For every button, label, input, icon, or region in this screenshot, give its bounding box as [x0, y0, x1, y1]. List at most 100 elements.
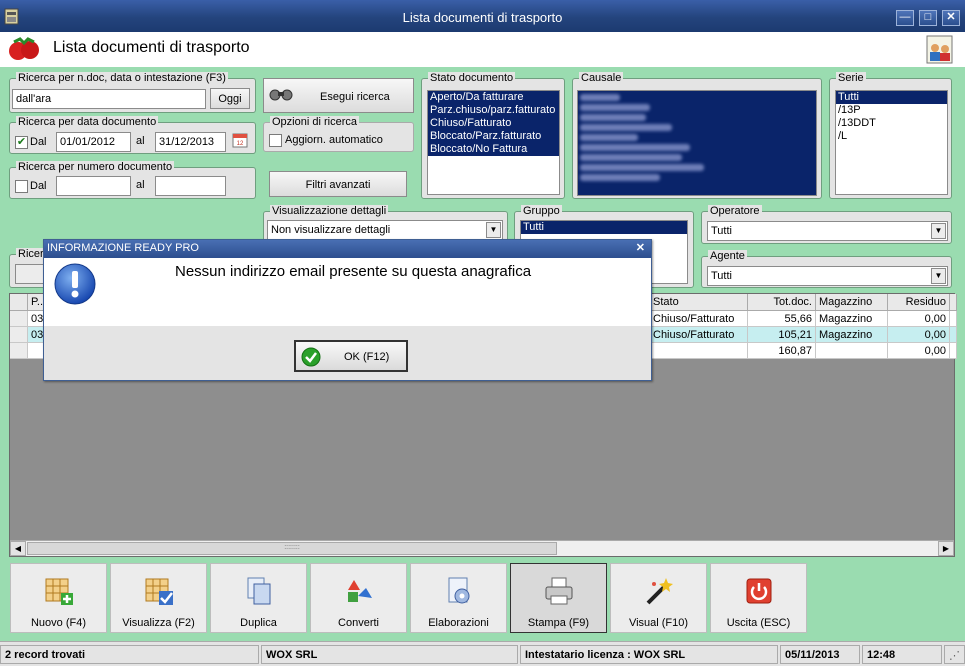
gruppo-item[interactable]: Tutti	[521, 221, 687, 234]
page-header: Lista documenti di trasporto	[0, 32, 965, 67]
date-to-field[interactable]: 31/12/2013	[155, 132, 226, 152]
table-cell[interactable]: Magazzino	[816, 311, 888, 327]
dialog-close-icon[interactable]: ✕	[636, 241, 645, 254]
agente-select[interactable]: Tutti ▼	[707, 266, 948, 286]
stato-list[interactable]: Aperto/Da fatturare Parz.chiuso/parz.fat…	[427, 90, 560, 195]
uscita-button[interactable]: Uscita (ESC)	[710, 563, 807, 633]
dialog-title: INFORMAZIONE READY PRO ✕	[44, 240, 651, 258]
convert-icon	[348, 580, 372, 602]
date-dal-checkbox[interactable]: ✔	[15, 136, 28, 149]
options-group: Opzioni di ricerca Aggiorn. automatico	[263, 116, 414, 152]
table-cell[interactable]: 0,00	[888, 311, 950, 327]
close-window-button[interactable]: ✕	[942, 10, 960, 26]
column-header-residuo[interactable]: Residuo	[888, 294, 950, 311]
causale-list[interactable]	[577, 90, 817, 196]
number-search-group: Ricerca per numero documento Dal al	[9, 161, 256, 199]
visual-button[interactable]: Visual (F10)	[610, 563, 707, 633]
status-company: WOX SRL	[261, 645, 518, 664]
table-cell[interactable]: Magazzino	[816, 327, 888, 343]
agente-group: Agente Tutti ▼	[701, 250, 952, 288]
serie-item[interactable]: Tutti	[836, 91, 947, 104]
stato-item[interactable]: Chiuso/Fatturato	[428, 117, 559, 130]
power-icon	[746, 578, 772, 604]
number-to-field[interactable]	[155, 176, 226, 196]
scroll-left-icon[interactable]: ◀	[10, 541, 26, 556]
nuovo-button[interactable]: Nuovo (F4)	[10, 563, 107, 633]
minimize-button[interactable]: —	[896, 10, 914, 26]
window-title: Lista documenti di trasporto	[402, 10, 563, 25]
column-header-stato[interactable]: Stato	[650, 294, 748, 311]
processing-icon	[448, 577, 470, 604]
new-grid-icon	[45, 578, 73, 605]
status-records: 2 record trovati	[0, 645, 259, 664]
status-time: 12:48	[862, 645, 942, 664]
horizontal-scrollbar[interactable]: ◀ :::::::: ▶	[10, 540, 954, 556]
status-date: 05/11/2013	[780, 645, 860, 664]
row-indicator[interactable]	[10, 311, 28, 327]
table-cell[interactable]: Chiuso/Fatturato	[650, 311, 748, 327]
page-title: Lista documenti di trasporto	[53, 39, 250, 56]
dialog-message: Nessun indirizzo email presente su quest…	[175, 263, 532, 280]
serie-list[interactable]: Tutti /13P /13DDT /L	[835, 90, 948, 195]
status-license: Intestatario licenza : WOX SRL	[520, 645, 778, 664]
calendar-icon[interactable]: 12	[232, 132, 249, 149]
operatore-group: Operatore Tutti ▼	[701, 205, 952, 244]
scroll-right-icon[interactable]: ▶	[938, 541, 954, 556]
stato-item[interactable]: Bloccato/Parz.fatturato	[428, 130, 559, 143]
information-dialog: INFORMAZIONE READY PRO ✕ Nessun indirizz…	[43, 239, 652, 381]
filtri-avanzati-button[interactable]: Filtri avanzati	[269, 171, 407, 197]
search-group: Ricerca per n.doc, data o intestazione (…	[9, 72, 256, 113]
users-icon[interactable]	[926, 35, 954, 65]
stato-item[interactable]: Bloccato/No Fattura	[428, 143, 559, 156]
search-input[interactable]: dall'ara	[12, 89, 206, 109]
oggi-button[interactable]: Oggi	[210, 88, 250, 109]
table-cell[interactable]: 105,21	[748, 327, 816, 343]
duplicate-icon	[247, 577, 271, 605]
stato-group: Stato documento Aperto/Da fatturare Parz…	[421, 72, 565, 199]
serie-item[interactable]: /L	[836, 130, 947, 143]
strawberry-icon	[9, 37, 39, 60]
ok-button[interactable]: OK (F12)	[294, 340, 408, 372]
column-header-magazzino[interactable]: Magazzino	[816, 294, 888, 311]
esegui-ricerca-button[interactable]: Esegui ricerca	[263, 78, 414, 113]
serie-item[interactable]: /13DDT	[836, 117, 947, 130]
table-cell[interactable]: 0,00	[888, 327, 950, 343]
scroll-thumb[interactable]: ::::::::	[27, 542, 557, 555]
dropdown-arrow-icon[interactable]: ▼	[931, 268, 946, 284]
status-bar: 2 record trovati WOX SRL Intestatario li…	[0, 641, 965, 666]
date-from-field[interactable]: 01/01/2012	[56, 132, 131, 152]
printer-icon	[545, 577, 573, 605]
magic-wand-icon	[646, 578, 673, 605]
visualizzazione-select[interactable]: Non visualizzare dettagli ▼	[267, 220, 503, 240]
operatore-select[interactable]: Tutti ▼	[707, 221, 948, 241]
serie-group: Serie Tutti /13P /13DDT /L	[829, 72, 952, 199]
row-indicator[interactable]	[10, 327, 28, 343]
visualizza-button[interactable]: Visualizza (F2)	[110, 563, 207, 633]
serie-item[interactable]: /13P	[836, 104, 947, 117]
title-bar: Lista documenti di trasporto — □ ✕	[0, 0, 965, 32]
view-grid-icon	[145, 578, 173, 605]
svg-text:12: 12	[237, 141, 244, 147]
info-icon	[54, 263, 96, 305]
causale-group: Causale	[572, 72, 822, 199]
converti-button[interactable]: Converti	[310, 563, 407, 633]
table-cell[interactable]: 55,66	[748, 311, 816, 327]
dropdown-arrow-icon[interactable]: ▼	[486, 222, 501, 238]
table-cell[interactable]: Chiuso/Fatturato	[650, 327, 748, 343]
column-header-tot[interactable]: Tot.doc.	[748, 294, 816, 311]
duplica-button[interactable]: Duplica	[210, 563, 307, 633]
stampa-button[interactable]: Stampa (F9)	[510, 563, 607, 633]
auto-update-checkbox[interactable]	[269, 134, 282, 147]
number-from-field[interactable]	[56, 176, 131, 196]
dropdown-arrow-icon[interactable]: ▼	[931, 223, 946, 239]
total-tot-cell: 160,87	[748, 343, 816, 359]
elaborazioni-button[interactable]: Elaborazioni	[410, 563, 507, 633]
checkmark-icon	[301, 347, 321, 367]
binoculars-icon	[269, 89, 293, 101]
resize-grip-icon[interactable]: ⋰	[944, 645, 965, 664]
maximize-button[interactable]: □	[919, 10, 937, 26]
stato-item[interactable]: Parz.chiuso/parz.fatturato	[428, 104, 559, 117]
stato-item[interactable]: Aperto/Da fatturare	[428, 91, 559, 104]
number-dal-checkbox[interactable]	[15, 180, 28, 193]
total-residuo-cell: 0,00	[888, 343, 950, 359]
